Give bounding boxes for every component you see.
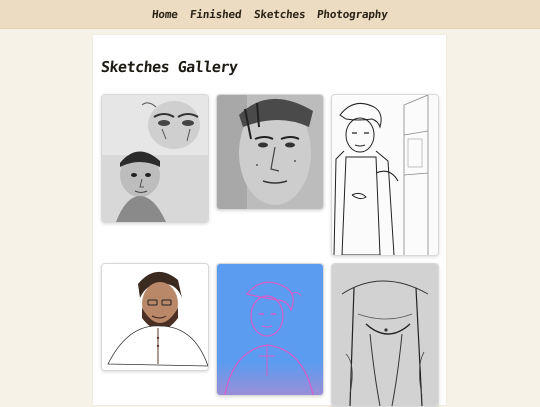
sketch-portrait-image: [217, 95, 323, 209]
gallery-image-5[interactable]: [216, 263, 324, 396]
sketch-bearded-man-image: [102, 264, 208, 370]
nav-finished-link[interactable]: Finished: [189, 8, 242, 21]
gallery-image-6[interactable]: [331, 263, 439, 407]
gallery-image-3[interactable]: [331, 94, 439, 256]
sketch-lineart-image: [332, 95, 438, 255]
sketch-faces-image: [102, 95, 208, 222]
top-nav-bar: Home Finished Sketches Photography: [0, 0, 540, 29]
gallery-panel: Sketches Gallery: [93, 35, 446, 407]
page-title: Sketches Gallery: [100, 58, 239, 76]
sketch-legs-image: [332, 264, 438, 406]
nav-sketches-link[interactable]: Sketches: [253, 8, 306, 21]
gallery-image-1[interactable]: [101, 94, 209, 223]
nav-photography-link[interactable]: Photography: [316, 8, 388, 21]
nav-home-link[interactable]: Home: [152, 8, 179, 21]
gallery-image-2[interactable]: [216, 94, 324, 210]
gallery-image-4[interactable]: [101, 263, 209, 371]
sketch-blue-pink-image: [217, 264, 323, 395]
